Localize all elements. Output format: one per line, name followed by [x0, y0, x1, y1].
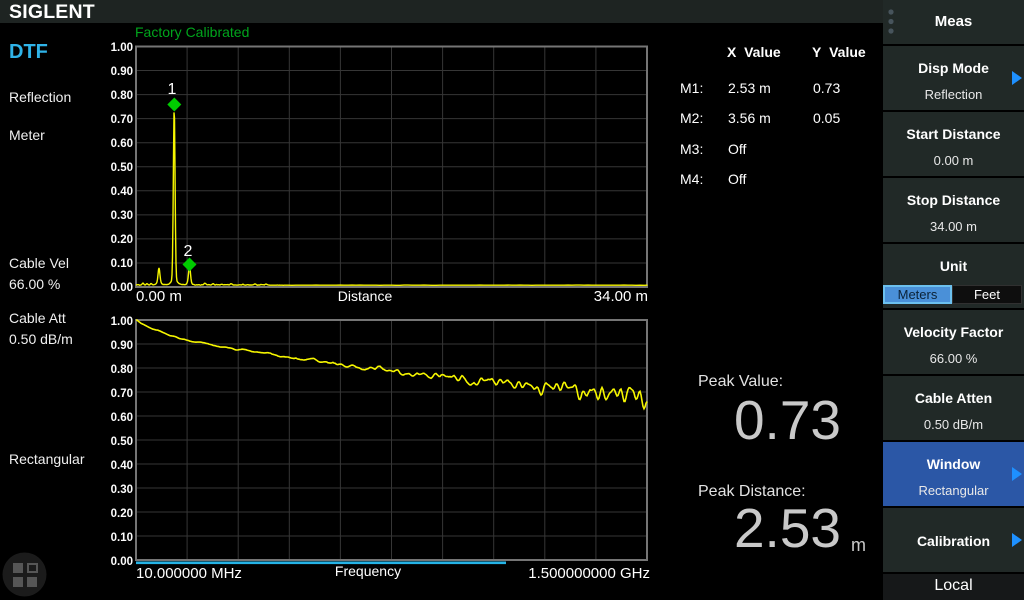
svg-text:2: 2: [184, 243, 193, 260]
svg-text:1: 1: [168, 81, 177, 98]
